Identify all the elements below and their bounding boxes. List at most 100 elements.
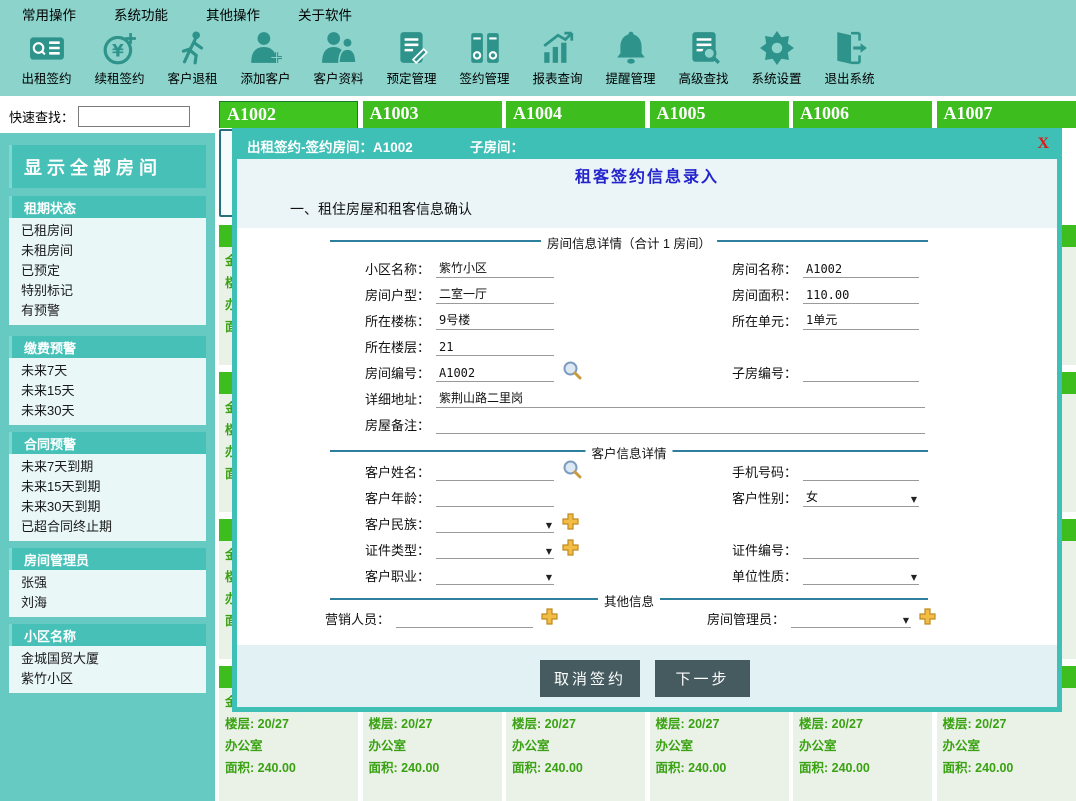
dialog-titlebar[interactable]: 出租签约-签约房间：A1002 子房间： X bbox=[237, 133, 1057, 159]
room-info-legend: 房间信息详情（合计 1 房间） bbox=[330, 240, 928, 242]
tab-a1007[interactable]: A1007 bbox=[937, 101, 1076, 128]
menu-about[interactable]: 关于软件 bbox=[298, 4, 352, 24]
room-type-field: 房间户型：二室一厅 bbox=[330, 285, 554, 305]
sidebar-item-exp-30d[interactable]: 未来30天到期 bbox=[9, 497, 206, 517]
section-title: 小区名称 bbox=[9, 624, 206, 646]
sidebar-item-marked[interactable]: 特别标记 bbox=[9, 281, 206, 301]
tab-a1006[interactable]: A1006 bbox=[793, 101, 932, 128]
room-card-area: 面积: 240.00 bbox=[369, 757, 502, 779]
chevron-down-icon[interactable]: ▼ bbox=[903, 616, 909, 625]
room-card-floor: 楼层: 20/27 bbox=[512, 713, 645, 735]
quick-find-bar: 快速查找： bbox=[0, 100, 215, 133]
add-customer-button[interactable]: 添加客户 bbox=[229, 28, 302, 94]
tool-label: 出租签约 bbox=[21, 68, 71, 87]
sidebar-item-pay-15d[interactable]: 未来15天 bbox=[9, 381, 206, 401]
tab-a1004[interactable]: A1004 bbox=[506, 101, 645, 128]
chevron-down-icon[interactable]: ▼ bbox=[911, 573, 917, 582]
chevron-down-icon[interactable]: ▼ bbox=[546, 573, 552, 582]
quick-find-input[interactable] bbox=[78, 106, 190, 127]
report-query-button[interactable]: 报表查询 bbox=[521, 28, 594, 94]
sidebar: 快速查找： 显示全部房间 租期状态 已租房间 未租房间 已预定 特别标记 有预警… bbox=[0, 100, 215, 801]
sidebar-item-community-1[interactable]: 金城国贸大厦 bbox=[9, 649, 206, 669]
sidebar-item-booked[interactable]: 已预定 bbox=[9, 261, 206, 281]
toolbar: 出租签约 ¥ 续租签约 客户退租 添加客户 bbox=[10, 28, 886, 96]
address-field: 详细地址：紫荆山路二里岗 bbox=[330, 389, 925, 409]
menu-other-ops[interactable]: 其他操作 bbox=[206, 4, 260, 24]
section-title: 房间管理员 bbox=[9, 548, 206, 570]
sidebar-item-exp-7d[interactable]: 未来7天到期 bbox=[9, 457, 206, 477]
next-step-button[interactable]: 下一步 bbox=[655, 660, 750, 697]
quick-find-label: 快速查找： bbox=[9, 107, 74, 126]
section-title: 缴费预警 bbox=[9, 336, 206, 358]
mobile-field: 手机号码： bbox=[697, 462, 919, 482]
renew-contract-icon: ¥ bbox=[101, 29, 139, 67]
menu-common-ops[interactable]: 常用操作 bbox=[22, 4, 76, 24]
exit-system-icon bbox=[831, 29, 869, 67]
dialog-form-title: 租客签约信息录入 bbox=[237, 163, 1057, 187]
contract-manage-icon bbox=[466, 29, 504, 67]
room-card-floor: 楼层: 20/27 bbox=[369, 713, 502, 735]
header-bar: 常用操作 系统功能 其他操作 关于软件 出租签约 ¥ 续租签约 bbox=[0, 0, 1076, 98]
add-sales-person-icon[interactable] bbox=[541, 608, 558, 630]
section-community: 小区名称 金城国贸大厦 紫竹小区 bbox=[9, 624, 206, 693]
sidebar-item-exp-over[interactable]: 已超合同终止期 bbox=[9, 517, 206, 537]
section-contract-warning: 合同预警 未来7天到期 未来15天到期 未来30天到期 已超合同终止期 bbox=[9, 432, 206, 541]
sidebar-item-manager-2[interactable]: 刘海 bbox=[9, 593, 206, 613]
sidebar-item-pay-7d[interactable]: 未来7天 bbox=[9, 361, 206, 381]
sub-room-no-field: 子房编号： bbox=[697, 363, 919, 383]
dialog-titlebar-subroom: 子房间： bbox=[470, 136, 524, 156]
tool-label: 预定管理 bbox=[386, 68, 436, 87]
room-search-icon[interactable] bbox=[562, 360, 582, 385]
sidebar-item-rented[interactable]: 已租房间 bbox=[9, 221, 206, 241]
customer-checkout-button[interactable]: 客户退租 bbox=[156, 28, 229, 94]
renew-contract-button[interactable]: ¥ 续租签约 bbox=[83, 28, 156, 94]
add-ethnicity-icon[interactable] bbox=[562, 513, 579, 535]
menu-system-功能[interactable]: 系统功能 bbox=[114, 4, 168, 24]
sidebar-item-community-2[interactable]: 紫竹小区 bbox=[9, 669, 206, 689]
sidebar-item-warned[interactable]: 有预警 bbox=[9, 301, 206, 321]
customer-info-legend: 客户信息详情 bbox=[330, 450, 928, 452]
add-room-manager-icon[interactable] bbox=[919, 608, 936, 630]
tool-label: 提醒管理 bbox=[605, 68, 655, 87]
customer-job-field: 客户职业：▼ bbox=[330, 566, 554, 586]
room-area-field: 房间面积：110.00 bbox=[697, 285, 919, 305]
room-card-usage: 办公室 bbox=[369, 735, 502, 757]
dialog-titlebar-text: 出租签约-签约房间：A1002 bbox=[247, 136, 413, 156]
unit-field: 所在单元：1单元 bbox=[697, 311, 919, 331]
customer-files-button[interactable]: 客户资料 bbox=[302, 28, 375, 94]
sidebar-item-vacant[interactable]: 未租房间 bbox=[9, 241, 206, 261]
reminder-manage-button[interactable]: 提醒管理 bbox=[594, 28, 667, 94]
customer-search-icon[interactable] bbox=[562, 459, 582, 484]
add-id-type-icon[interactable] bbox=[562, 539, 579, 561]
system-settings-button[interactable]: 系统设置 bbox=[740, 28, 813, 94]
room-card-usage: 办公室 bbox=[225, 735, 358, 757]
advanced-search-icon bbox=[685, 29, 723, 67]
booking-manage-button[interactable]: 预定管理 bbox=[375, 28, 448, 94]
rent-sign-dialog: 出租签约-签约房间：A1002 子房间： X 租客签约信息录入 一、租住房屋和租… bbox=[232, 128, 1062, 712]
chevron-down-icon[interactable]: ▼ bbox=[546, 547, 552, 556]
dialog-step-heading: 一、租住房屋和租客信息确认 bbox=[290, 199, 472, 219]
tab-a1005[interactable]: A1005 bbox=[650, 101, 789, 128]
sidebar-item-pay-30d[interactable]: 未来30天 bbox=[9, 401, 206, 421]
chevron-down-icon[interactable]: ▼ bbox=[546, 521, 552, 530]
tool-label: 高级查找 bbox=[678, 68, 728, 87]
room-name-field: 房间名称：A1002 bbox=[697, 259, 919, 279]
chevron-down-icon[interactable]: ▼ bbox=[911, 495, 917, 504]
advanced-search-button[interactable]: 高级查找 bbox=[667, 28, 740, 94]
exit-system-button[interactable]: 退出系统 bbox=[813, 28, 886, 94]
tool-label: 客户资料 bbox=[313, 68, 363, 87]
close-icon[interactable]: X bbox=[1037, 135, 1049, 153]
room-manager-field: 房间管理员：▼ bbox=[675, 609, 911, 629]
sidebar-item-manager-1[interactable]: 张强 bbox=[9, 573, 206, 593]
section-room-manager: 房间管理员 张强 刘海 bbox=[9, 548, 206, 617]
rent-contract-button[interactable]: 出租签约 bbox=[10, 28, 83, 94]
cancel-sign-button[interactable]: 取消签约 bbox=[540, 660, 640, 697]
employer-type-field: 单位性质：▼ bbox=[697, 566, 919, 586]
contract-manage-button[interactable]: 签约管理 bbox=[448, 28, 521, 94]
room-note-field: 房屋备注： bbox=[330, 415, 925, 435]
tab-a1002[interactable]: A1002 bbox=[219, 101, 358, 128]
sidebar-item-exp-15d[interactable]: 未来15天到期 bbox=[9, 477, 206, 497]
show-all-rooms-button[interactable]: 显示全部房间 bbox=[9, 145, 206, 188]
tab-a1003[interactable]: A1003 bbox=[363, 101, 502, 128]
report-query-icon bbox=[539, 29, 577, 67]
